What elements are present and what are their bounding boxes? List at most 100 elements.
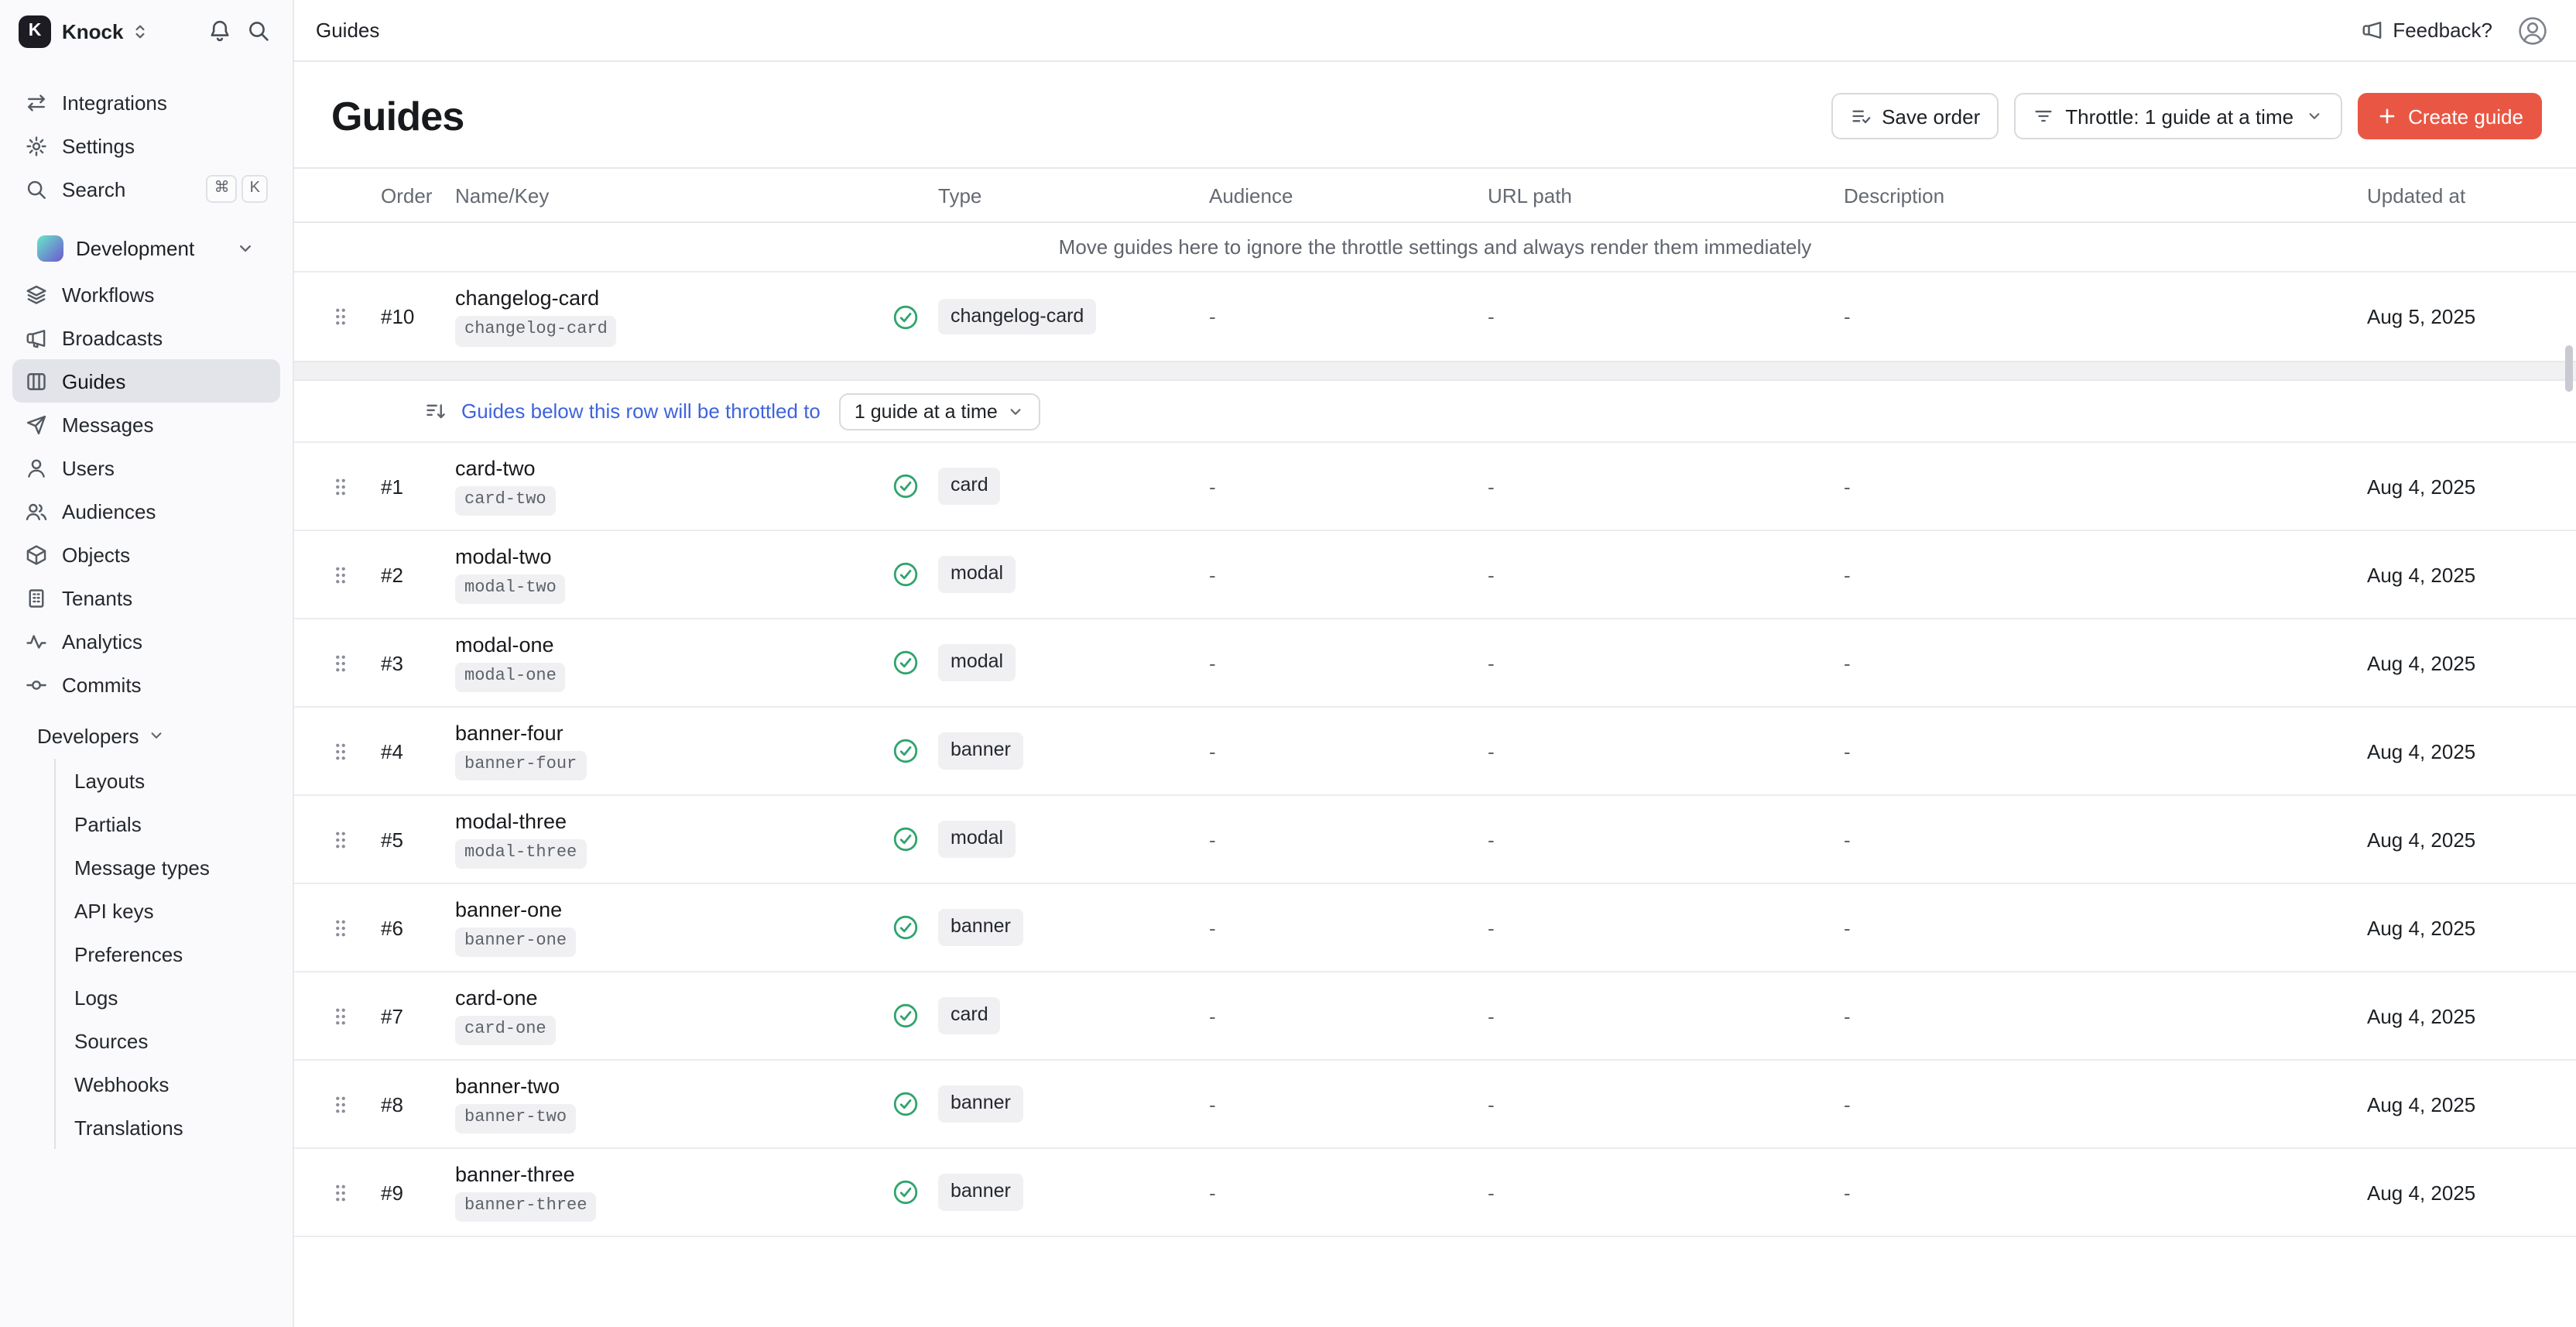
status-check-icon bbox=[892, 561, 920, 588]
row-order: #10 bbox=[381, 305, 455, 328]
sidebar-item-broadcasts[interactable]: Broadcasts bbox=[12, 316, 280, 359]
audience-value: - bbox=[1209, 1181, 1488, 1204]
search-icon[interactable] bbox=[243, 15, 274, 46]
sidebar-item-objects[interactable]: Objects bbox=[12, 533, 280, 576]
updated-at-value: Aug 4, 2025 bbox=[2367, 916, 2539, 939]
audience-value: - bbox=[1209, 828, 1488, 851]
sidebar-item-tenants[interactable]: Tenants bbox=[12, 576, 280, 619]
workspace-switcher-icon[interactable] bbox=[129, 21, 149, 41]
drag-handle-icon[interactable] bbox=[331, 1181, 350, 1204]
row-type: card bbox=[938, 997, 1209, 1034]
guide-key-chip: modal-two bbox=[455, 574, 566, 604]
row-type: banner bbox=[938, 732, 1209, 769]
feedback-button[interactable]: Feedback? bbox=[2360, 19, 2492, 42]
drag-handle-icon[interactable] bbox=[331, 563, 350, 586]
avatar[interactable] bbox=[2517, 15, 2548, 46]
plus-icon bbox=[2376, 105, 2397, 127]
developers-section-toggle[interactable]: Developers bbox=[25, 715, 268, 756]
url-path-value: - bbox=[1488, 916, 1844, 939]
throttle-divider-label: Guides below this row will be throttled … bbox=[461, 399, 820, 423]
drag-handle-icon[interactable] bbox=[331, 475, 350, 498]
breadcrumb[interactable]: Guides bbox=[316, 19, 379, 42]
sidebar-item-analytics[interactable]: Analytics bbox=[12, 619, 280, 663]
guide-key-chip: banner-three bbox=[455, 1192, 596, 1222]
sidebar-item-preferences[interactable]: Preferences bbox=[62, 932, 268, 976]
throttle-dropdown-button[interactable]: Throttle: 1 guide at a time bbox=[2014, 93, 2341, 139]
sidebar-item-search[interactable]: Search ⌘ K bbox=[12, 167, 280, 211]
bell-icon[interactable] bbox=[204, 15, 235, 46]
updated-at-value: Aug 4, 2025 bbox=[2367, 651, 2539, 674]
table-row[interactable]: #2 modal-two modal-two modal - - - Aug 4… bbox=[294, 531, 2576, 619]
create-guide-button[interactable]: Create guide bbox=[2357, 93, 2542, 139]
sidebar-item-settings[interactable]: Settings bbox=[12, 124, 280, 167]
row-status bbox=[892, 303, 938, 331]
url-path-value: - bbox=[1488, 651, 1844, 674]
throttle-icon bbox=[2033, 105, 2054, 127]
status-check-icon bbox=[892, 1178, 920, 1206]
sidebar-item-users[interactable]: Users bbox=[12, 446, 280, 489]
guide-name: modal-one bbox=[455, 633, 554, 657]
row-type: changelog-card bbox=[938, 298, 1209, 334]
table-row[interactable]: #1 card-two card-two card - - - Aug 4, 2… bbox=[294, 443, 2576, 531]
save-order-button[interactable]: Save order bbox=[1831, 93, 1999, 139]
drag-handle-icon[interactable] bbox=[331, 1092, 350, 1116]
row-type: banner bbox=[938, 1085, 1209, 1122]
sidebar-nav: Integrations Settings Search ⌘ K bbox=[0, 62, 293, 1149]
guide-key-chip: modal-one bbox=[455, 663, 566, 692]
sidebar-item-guides[interactable]: Guides bbox=[12, 359, 280, 403]
sidebar-item-api-keys[interactable]: API keys bbox=[62, 889, 268, 932]
scrollbar-thumb[interactable] bbox=[2565, 345, 2573, 392]
messages-icon bbox=[25, 413, 48, 436]
sidebar-item-partials[interactable]: Partials bbox=[62, 802, 268, 845]
audience-value: - bbox=[1209, 305, 1488, 328]
row-name-key: modal-one modal-one bbox=[455, 633, 892, 692]
sidebar-item-webhooks[interactable]: Webhooks bbox=[62, 1062, 268, 1106]
sidebar-item-sources[interactable]: Sources bbox=[62, 1019, 268, 1062]
table-row[interactable]: #6 banner-one banner-one banner - - - Au… bbox=[294, 884, 2576, 972]
topbar: Guides Feedback? bbox=[294, 0, 2576, 62]
column-updated-at: Updated at bbox=[2367, 183, 2539, 207]
sidebar-item-workflows[interactable]: Workflows bbox=[12, 273, 280, 316]
sidebar-item-message-types[interactable]: Message types bbox=[62, 845, 268, 889]
description-value: - bbox=[1844, 739, 2367, 763]
search-icon bbox=[25, 177, 48, 201]
sidebar-item-logs[interactable]: Logs bbox=[62, 976, 268, 1019]
sidebar-item-integrations[interactable]: Integrations bbox=[12, 81, 280, 124]
chevron-down-icon bbox=[2304, 107, 2323, 125]
sidebar-item-audiences[interactable]: Audiences bbox=[12, 489, 280, 533]
url-path-value: - bbox=[1488, 305, 1844, 328]
updated-at-value: Aug 4, 2025 bbox=[2367, 563, 2539, 586]
sidebar-item-messages[interactable]: Messages bbox=[12, 403, 280, 446]
save-order-icon bbox=[1849, 105, 1871, 127]
description-value: - bbox=[1844, 1181, 2367, 1204]
updated-at-value: Aug 5, 2025 bbox=[2367, 305, 2539, 328]
table-row[interactable]: #7 card-one card-one card - - - Aug 4, 2… bbox=[294, 972, 2576, 1061]
guide-key-chip: banner-one bbox=[455, 928, 576, 957]
table-row[interactable]: #9 banner-three banner-three banner - - … bbox=[294, 1149, 2576, 1237]
drag-handle-icon[interactable] bbox=[331, 828, 350, 851]
table-row[interactable]: #4 banner-four banner-four banner - - - … bbox=[294, 708, 2576, 796]
type-chip: banner bbox=[938, 909, 1023, 945]
row-order: #7 bbox=[381, 1004, 455, 1027]
environment-switcher[interactable]: Development bbox=[25, 226, 268, 269]
drag-handle-icon[interactable] bbox=[331, 739, 350, 763]
table-row[interactable]: #3 modal-one modal-one modal - - - Aug 4… bbox=[294, 619, 2576, 708]
sidebar-item-layouts[interactable]: Layouts bbox=[62, 759, 268, 802]
table-row[interactable]: #10 changelog-card changelog-card change… bbox=[294, 273, 2576, 361]
table-row[interactable]: #5 modal-three modal-three modal - - - A… bbox=[294, 796, 2576, 884]
sidebar-item-label: Tenants bbox=[62, 586, 132, 609]
sidebar-item-translations[interactable]: Translations bbox=[62, 1106, 268, 1149]
sidebar-item-commits[interactable]: Commits bbox=[12, 663, 280, 706]
table-row[interactable]: #8 banner-two banner-two banner - - - Au… bbox=[294, 1061, 2576, 1149]
drag-handle-icon[interactable] bbox=[331, 1004, 350, 1027]
throttle-amount-select[interactable]: 1 guide at a time bbox=[839, 393, 1041, 430]
description-value: - bbox=[1844, 828, 2367, 851]
row-name-key: banner-four banner-four bbox=[455, 722, 892, 780]
drag-handle-icon[interactable] bbox=[331, 916, 350, 939]
updated-at-value: Aug 4, 2025 bbox=[2367, 1092, 2539, 1116]
drag-handle-icon[interactable] bbox=[331, 305, 350, 328]
audiences-icon bbox=[25, 499, 48, 523]
drag-handle-icon[interactable] bbox=[331, 651, 350, 674]
description-value: - bbox=[1844, 475, 2367, 498]
objects-icon bbox=[25, 543, 48, 566]
